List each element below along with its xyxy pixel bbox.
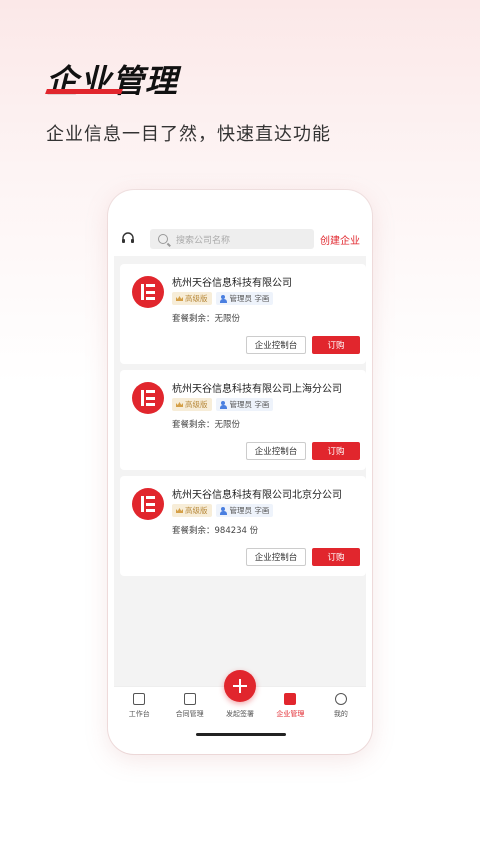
tab-enterprise[interactable]: 企业管理 xyxy=(265,687,315,726)
crown-icon xyxy=(176,508,183,513)
order-button[interactable]: 订购 xyxy=(312,442,360,460)
headset-icon[interactable] xyxy=(120,231,136,247)
console-button[interactable]: 企业控制台 xyxy=(246,442,306,460)
level-badge: 高级版 xyxy=(172,292,212,305)
search-icon xyxy=(158,234,168,244)
promo-title: 企业管理 xyxy=(46,62,179,100)
company-name: 杭州天谷信息科技有限公司上海分公司 xyxy=(172,384,342,395)
company-logo xyxy=(132,276,164,308)
person-icon xyxy=(219,506,227,515)
home-indicator xyxy=(196,733,286,736)
order-button[interactable]: 订购 xyxy=(312,336,360,354)
console-button[interactable]: 企业控制台 xyxy=(246,336,306,354)
workbench-icon xyxy=(133,693,146,705)
quota-text: 套餐剩余：无限份 xyxy=(172,420,241,430)
plus-icon xyxy=(233,679,247,693)
order-button[interactable]: 订购 xyxy=(312,548,360,566)
company-card[interactable]: 杭州天谷信息科技有限公司上海分公司 高级版 管理员 字画 套餐剩余：无限份 企业… xyxy=(120,370,366,470)
company-name: 杭州天谷信息科技有限公司 xyxy=(172,278,292,289)
company-name: 杭州天谷信息科技有限公司北京分公司 xyxy=(172,490,342,501)
person-icon xyxy=(219,400,227,409)
enterprise-icon xyxy=(284,693,297,705)
quota-text: 套餐剩余：无限份 xyxy=(172,314,241,324)
tab-profile[interactable]: 我的 xyxy=(316,687,366,726)
profile-icon xyxy=(334,693,347,705)
company-logo xyxy=(132,488,164,520)
promo-subtitle: 企业信息一目了然，快速直达功能 xyxy=(46,124,331,145)
initiate-sign-button[interactable] xyxy=(224,670,256,702)
admin-badge: 管理员 字画 xyxy=(215,292,274,305)
company-card[interactable]: 杭州天谷信息科技有限公司北京分公司 高级版 管理员 字画 套餐剩余：984234… xyxy=(120,476,366,576)
promo-title-underline xyxy=(45,89,123,94)
admin-badge: 管理员 字画 xyxy=(215,504,274,517)
contract-icon xyxy=(183,693,196,705)
tab-contracts[interactable]: 合同管理 xyxy=(164,687,214,726)
create-enterprise-link[interactable]: 创建企业 xyxy=(320,232,360,247)
crown-icon xyxy=(176,296,183,301)
person-icon xyxy=(219,294,227,303)
crown-icon xyxy=(176,402,183,407)
app-screen: 搜索公司名称 创建企业 杭州天谷信息科技有限公司 高级版 管理员 字画 套餐剩余… xyxy=(114,222,366,714)
search-placeholder: 搜索公司名称 xyxy=(176,235,231,246)
tab-workbench[interactable]: 工作台 xyxy=(114,687,164,726)
phone-mockup: 搜索公司名称 创建企业 杭州天谷信息科技有限公司 高级版 管理员 字画 套餐剩余… xyxy=(108,190,372,754)
search-input[interactable]: 搜索公司名称 xyxy=(150,229,314,249)
level-badge: 高级版 xyxy=(172,504,212,517)
company-logo xyxy=(132,382,164,414)
top-bar: 搜索公司名称 创建企业 xyxy=(114,222,366,256)
company-card[interactable]: 杭州天谷信息科技有限公司 高级版 管理员 字画 套餐剩余：无限份 企业控制台 订… xyxy=(120,264,366,364)
quota-text: 套餐剩余：984234 份 xyxy=(172,526,259,536)
admin-badge: 管理员 字画 xyxy=(215,398,274,411)
level-badge: 高级版 xyxy=(172,398,212,411)
console-button[interactable]: 企业控制台 xyxy=(246,548,306,566)
